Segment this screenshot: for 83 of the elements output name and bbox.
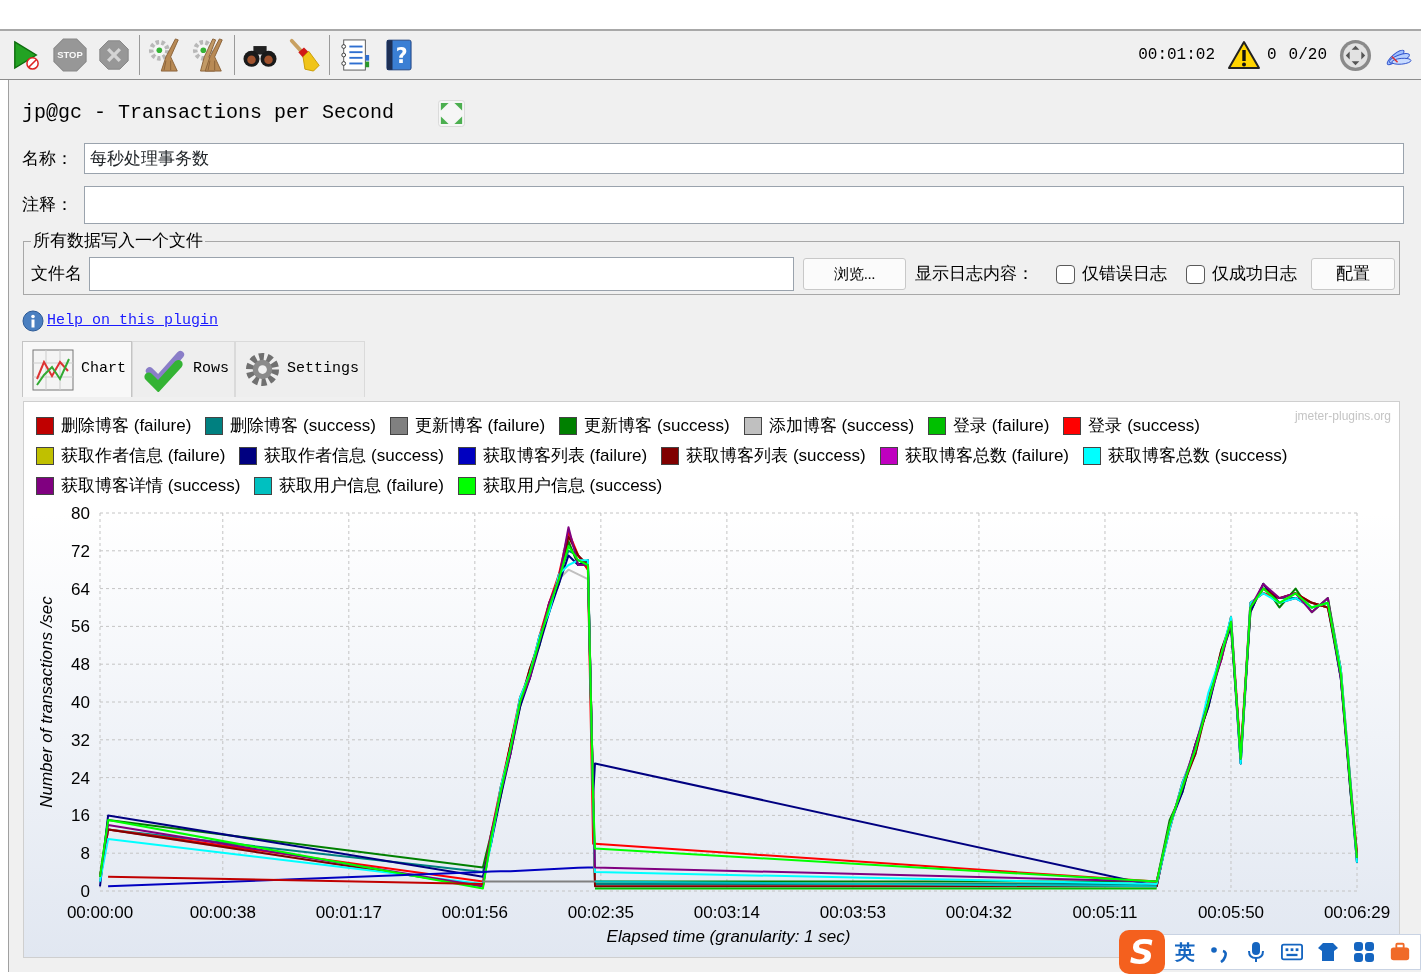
grid-icon[interactable] [1353, 941, 1375, 963]
x-tick-label: 00:00:00 [66, 903, 134, 922]
x-tick-label: 00:01:17 [315, 903, 382, 922]
legend-label: 登录 (success) [1088, 417, 1200, 435]
y-tick-label: 8 [80, 844, 90, 864]
legend-label: 获取用户信息 (failure) [279, 477, 444, 495]
legend-label: 获取博客列表 (success) [686, 447, 866, 465]
x-tick-label: 00:00:38 [189, 903, 256, 922]
legend-label: 更新博客 (failure) [414, 417, 546, 435]
microphone-icon[interactable] [1245, 941, 1267, 963]
gear-icon [245, 352, 281, 387]
y-tick-label: 64 [71, 579, 90, 599]
y-tick-label: 16 [71, 806, 90, 826]
x-tick-label: 00:03:14 [693, 903, 760, 922]
elapsed-time: 00:01:02 [1138, 45, 1215, 66]
help-button[interactable]: ? [377, 34, 421, 76]
y-tick-label: 24 [71, 768, 90, 788]
y-tick-label: 56 [71, 617, 90, 637]
legend-label: 添加博客 (success) [768, 417, 915, 435]
legend-label: 获取用户信息 (success) [482, 477, 663, 495]
error-count: 0 [1267, 45, 1277, 66]
y-tick-label: 72 [71, 541, 90, 561]
checkbox-label: 仅错误日志 [1082, 263, 1167, 286]
filename-field[interactable] [89, 257, 794, 291]
help-book-icon: ? [386, 38, 412, 72]
group-title: 所有数据写入一个文件 [32, 230, 204, 252]
line-chart-icon [32, 348, 74, 391]
gear-brooms-icon [192, 38, 226, 72]
legend-label: 获取博客列表 (failure) [482, 447, 648, 465]
y-tick-label: 32 [71, 730, 90, 750]
browse-button[interactable]: 浏览... [803, 258, 906, 290]
legend-label: 获取博客总数 (failure) [904, 447, 1069, 465]
legend-label: 登录 (failure) [953, 417, 1050, 435]
expand-icon[interactable] [438, 99, 466, 127]
x-tick-label: 00:03:53 [819, 903, 886, 922]
legend-label: 获取作者信息 (success) [264, 447, 444, 465]
gear-broom-icon [148, 38, 182, 72]
y-tick-label: 40 [71, 693, 90, 712]
x-tick-label: 00:01:56 [441, 903, 508, 922]
legend-label: 更新博客 (success) [584, 417, 730, 435]
x-tick-label: 00:06:29 [1323, 903, 1391, 922]
warning-icon[interactable] [1227, 40, 1261, 70]
legend-label: 获取作者信息 (failure) [61, 447, 226, 465]
field-label: 注释： [22, 194, 74, 217]
play-icon [12, 39, 40, 71]
shirt-icon[interactable] [1317, 941, 1339, 963]
y-tick-label: 80 [71, 504, 90, 523]
legend-label: 获取博客详情 (success) [61, 477, 241, 495]
x-tick-label: 00:05:11 [1072, 903, 1138, 922]
input-mode-toggle[interactable]: 英 [1175, 937, 1195, 967]
x-tick-label: 00:02:35 [567, 903, 634, 922]
legend-label: 删除博客 (failure) [61, 417, 192, 435]
checkbox[interactable] [1056, 264, 1075, 284]
checkbox[interactable] [1186, 264, 1205, 284]
y-tick-label: 48 [71, 655, 90, 675]
toolbox-icon[interactable] [1389, 941, 1411, 963]
x-tick-label: 00:05:50 [1197, 903, 1265, 922]
brand-text: jmeter-plugins.org [1294, 408, 1391, 425]
broom-icon [287, 38, 321, 72]
log-label: 显示日志内容： [915, 263, 1034, 286]
circle-arrows-icon [1339, 38, 1372, 72]
comment-field[interactable] [84, 186, 1404, 224]
legend-label: 删除博客 (success) [230, 417, 376, 435]
field-label: 文件名 [31, 263, 82, 286]
y-axis-title: Number of transactions /sec [37, 596, 56, 808]
keyboard-icon[interactable] [1281, 941, 1303, 963]
x-tick-label: 00:04:32 [945, 903, 1012, 922]
thread-count: 0/20 [1288, 45, 1327, 66]
config-button[interactable]: 配置 [1311, 258, 1395, 290]
legend-label: 获取博客总数 (success) [1108, 447, 1288, 465]
help-link[interactable]: Help on this plugin [47, 309, 219, 333]
notebook-icon [339, 38, 371, 72]
checkbox-label: 仅成功日志 [1212, 263, 1297, 286]
panel-title: jp@gc - Transactions per Second [22, 100, 395, 126]
x-axis-title: Elapsed time (granularity: 1 sec) [606, 927, 851, 946]
field-label: 名称： [22, 147, 74, 170]
tab[interactable]: Settings [235, 341, 366, 397]
tab[interactable]: Rows [132, 341, 236, 397]
info-icon [22, 310, 44, 332]
name-field[interactable]: 每秒处理事务数 [84, 143, 1404, 174]
x-octagon-icon [99, 40, 129, 70]
tab[interactable]: Chart [22, 341, 132, 397]
y-tick-label: 0 [80, 882, 90, 901]
